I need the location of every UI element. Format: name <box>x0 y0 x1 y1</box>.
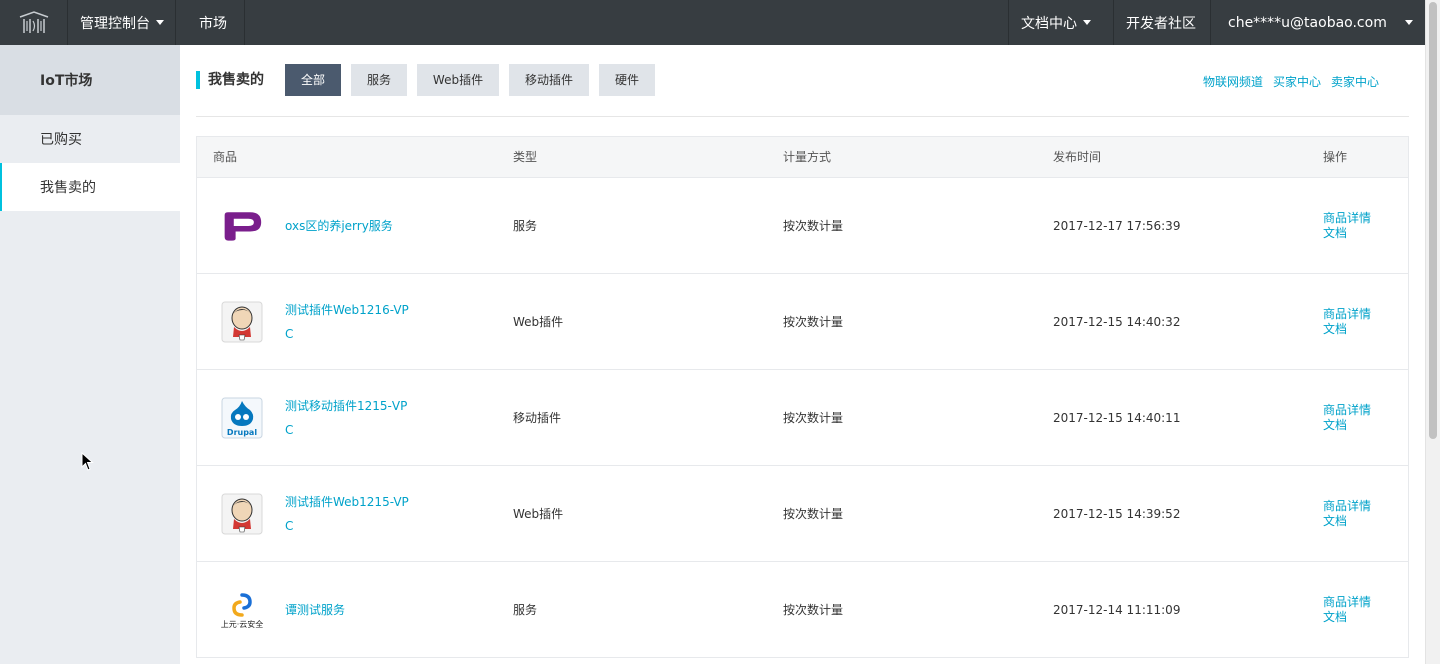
product-logo: 上元·云安全 <box>217 589 267 631</box>
page-title: 我售卖的 <box>196 71 264 89</box>
table-row: Drupal 测试移动插件1215-VPC 移动插件 按次数计量 2017-12… <box>197 370 1408 466</box>
product-type: Web插件 <box>513 507 564 521</box>
row-actions: 商品详情 文档 <box>1323 178 1371 273</box>
product-publish-time: 2017-12-14 11:11:09 <box>1053 602 1181 617</box>
tab-mobile-plugin[interactable]: 移动插件 <box>509 64 589 96</box>
product-logo: Drupal <box>221 397 263 439</box>
product-doc-link[interactable]: 文档 <box>1323 610 1371 625</box>
community-link[interactable]: 开发者社区 <box>1113 0 1210 45</box>
shangyuan-logo-text: 上元·云安全 <box>221 619 264 629</box>
sidebar-item-purchased[interactable]: 已购买 <box>0 115 180 163</box>
iot-channel-link[interactable]: 物联网频道 <box>1203 73 1263 90</box>
product-table: 商品 类型 计量方式 发布时间 操作 oxs区的养jerry服务 服务 按次数计… <box>196 136 1409 658</box>
product-detail-link[interactable]: 商品详情 <box>1323 307 1371 322</box>
product-doc-link[interactable]: 文档 <box>1323 514 1371 529</box>
product-name-link[interactable]: 测试移动插件1215-VPC <box>285 370 415 465</box>
product-publish-time: 2017-12-15 14:40:11 <box>1053 410 1181 425</box>
product-publish-time: 2017-12-15 14:40:32 <box>1053 314 1181 329</box>
product-name-link[interactable]: oxs区的养jerry服务 <box>285 178 415 273</box>
drupal-logo-icon: Drupal <box>221 397 263 439</box>
product-name-link[interactable]: 测试插件Web1215-VPC <box>285 466 415 561</box>
iot-logo-icon <box>19 10 48 33</box>
product-billing: 按次数计量 <box>783 315 844 329</box>
sidebar: IoT市场 已购买 我售卖的 <box>0 45 180 664</box>
row-actions: 商品详情 文档 <box>1323 274 1371 369</box>
tab-web-plugin[interactable]: Web插件 <box>417 64 499 96</box>
product-detail-link[interactable]: 商品详情 <box>1323 211 1371 226</box>
product-logo <box>221 301 263 343</box>
product-detail-link[interactable]: 商品详情 <box>1323 499 1371 514</box>
product-name-link[interactable]: 谭测试服务 <box>285 562 415 657</box>
product-type: 移动插件 <box>513 411 562 425</box>
product-publish-time: 2017-12-17 17:56:39 <box>1053 218 1181 233</box>
product-logo <box>221 205 263 247</box>
row-actions: 商品详情 文档 <box>1323 466 1371 561</box>
product-type: 服务 <box>513 219 538 233</box>
docs-menu[interactable]: 文档中心 <box>1008 0 1113 45</box>
user-menu[interactable]: che****u@taobao.com <box>1210 0 1425 45</box>
product-billing: 按次数计量 <box>783 411 844 425</box>
top-navbar: 管理控制台 市场 文档中心 开发者社区 che****u@taobao.com <box>0 0 1425 45</box>
product-doc-link[interactable]: 文档 <box>1323 418 1371 433</box>
table-row: oxs区的养jerry服务 服务 按次数计量 2017-12-17 17:56:… <box>197 178 1408 274</box>
scrollbar-thumb[interactable] <box>1429 2 1437 439</box>
table-row: 测试插件Web1216-VPC Web插件 按次数计量 2017-12-15 1… <box>197 274 1408 370</box>
col-product: 商品 <box>213 150 238 164</box>
tab-service[interactable]: 服务 <box>351 64 407 96</box>
sidebar-title: IoT市场 <box>0 45 180 115</box>
product-logo <box>221 493 263 535</box>
caret-down-icon <box>1404 20 1413 25</box>
product-name-link[interactable]: 测试插件Web1216-VPC <box>285 274 415 369</box>
iot-logo[interactable] <box>0 0 68 45</box>
shangyuan-security-logo-icon: 上元·云安全 <box>221 593 264 629</box>
row-actions: 商品详情 文档 <box>1323 370 1371 465</box>
product-detail-link[interactable]: 商品详情 <box>1323 595 1371 610</box>
product-detail-link[interactable]: 商品详情 <box>1323 403 1371 418</box>
purple-p-logo-icon <box>224 212 262 241</box>
product-type: 服务 <box>513 603 538 617</box>
product-billing: 按次数计量 <box>783 603 844 617</box>
buyer-center-link[interactable]: 买家中心 <box>1273 73 1321 90</box>
console-menu[interactable]: 管理控制台 <box>68 0 176 45</box>
tab-hardware[interactable]: 硬件 <box>599 64 655 96</box>
product-doc-link[interactable]: 文档 <box>1323 322 1371 337</box>
product-billing: 按次数计量 <box>783 219 844 233</box>
col-publish-time: 发布时间 <box>1053 150 1102 164</box>
market-link-label: 市场 <box>199 15 227 32</box>
col-billing: 计量方式 <box>783 150 832 164</box>
mouse-cursor-icon <box>81 452 94 471</box>
product-billing: 按次数计量 <box>783 507 844 521</box>
community-link-label: 开发者社区 <box>1126 15 1196 32</box>
product-doc-link[interactable]: 文档 <box>1323 226 1371 241</box>
product-publish-time: 2017-12-15 14:39:52 <box>1053 506 1181 521</box>
market-link[interactable]: 市场 <box>176 0 245 45</box>
user-email: che****u@taobao.com <box>1228 14 1387 31</box>
sidebar-item-selling[interactable]: 我售卖的 <box>0 163 180 211</box>
page-header: 我售卖的 全部 服务 Web插件 移动插件 硬件 物联网频道 买家中心 卖家中心 <box>196 64 1409 117</box>
console-menu-label: 管理控制台 <box>80 15 150 32</box>
caret-down-icon <box>1083 20 1091 25</box>
row-actions: 商品详情 文档 <box>1323 562 1371 657</box>
col-actions: 操作 <box>1323 150 1348 164</box>
caret-down-icon <box>156 20 164 25</box>
jenkins-logo-icon <box>221 493 263 535</box>
table-row: 上元·云安全 谭测试服务 服务 按次数计量 2017-12-14 11:11:0… <box>197 562 1408 658</box>
product-type: Web插件 <box>513 315 564 329</box>
tab-all[interactable]: 全部 <box>285 64 341 96</box>
col-type: 类型 <box>513 150 538 164</box>
table-row: 测试插件Web1215-VPC Web插件 按次数计量 2017-12-15 1… <box>197 466 1408 562</box>
drupal-logo-text: Drupal <box>227 428 257 437</box>
page-scrollbar[interactable] <box>1425 0 1440 664</box>
docs-menu-label: 文档中心 <box>1021 15 1077 32</box>
seller-center-link[interactable]: 卖家中心 <box>1331 73 1379 90</box>
table-header: 商品 类型 计量方式 发布时间 操作 <box>197 137 1408 178</box>
jenkins-logo-icon <box>221 301 263 343</box>
